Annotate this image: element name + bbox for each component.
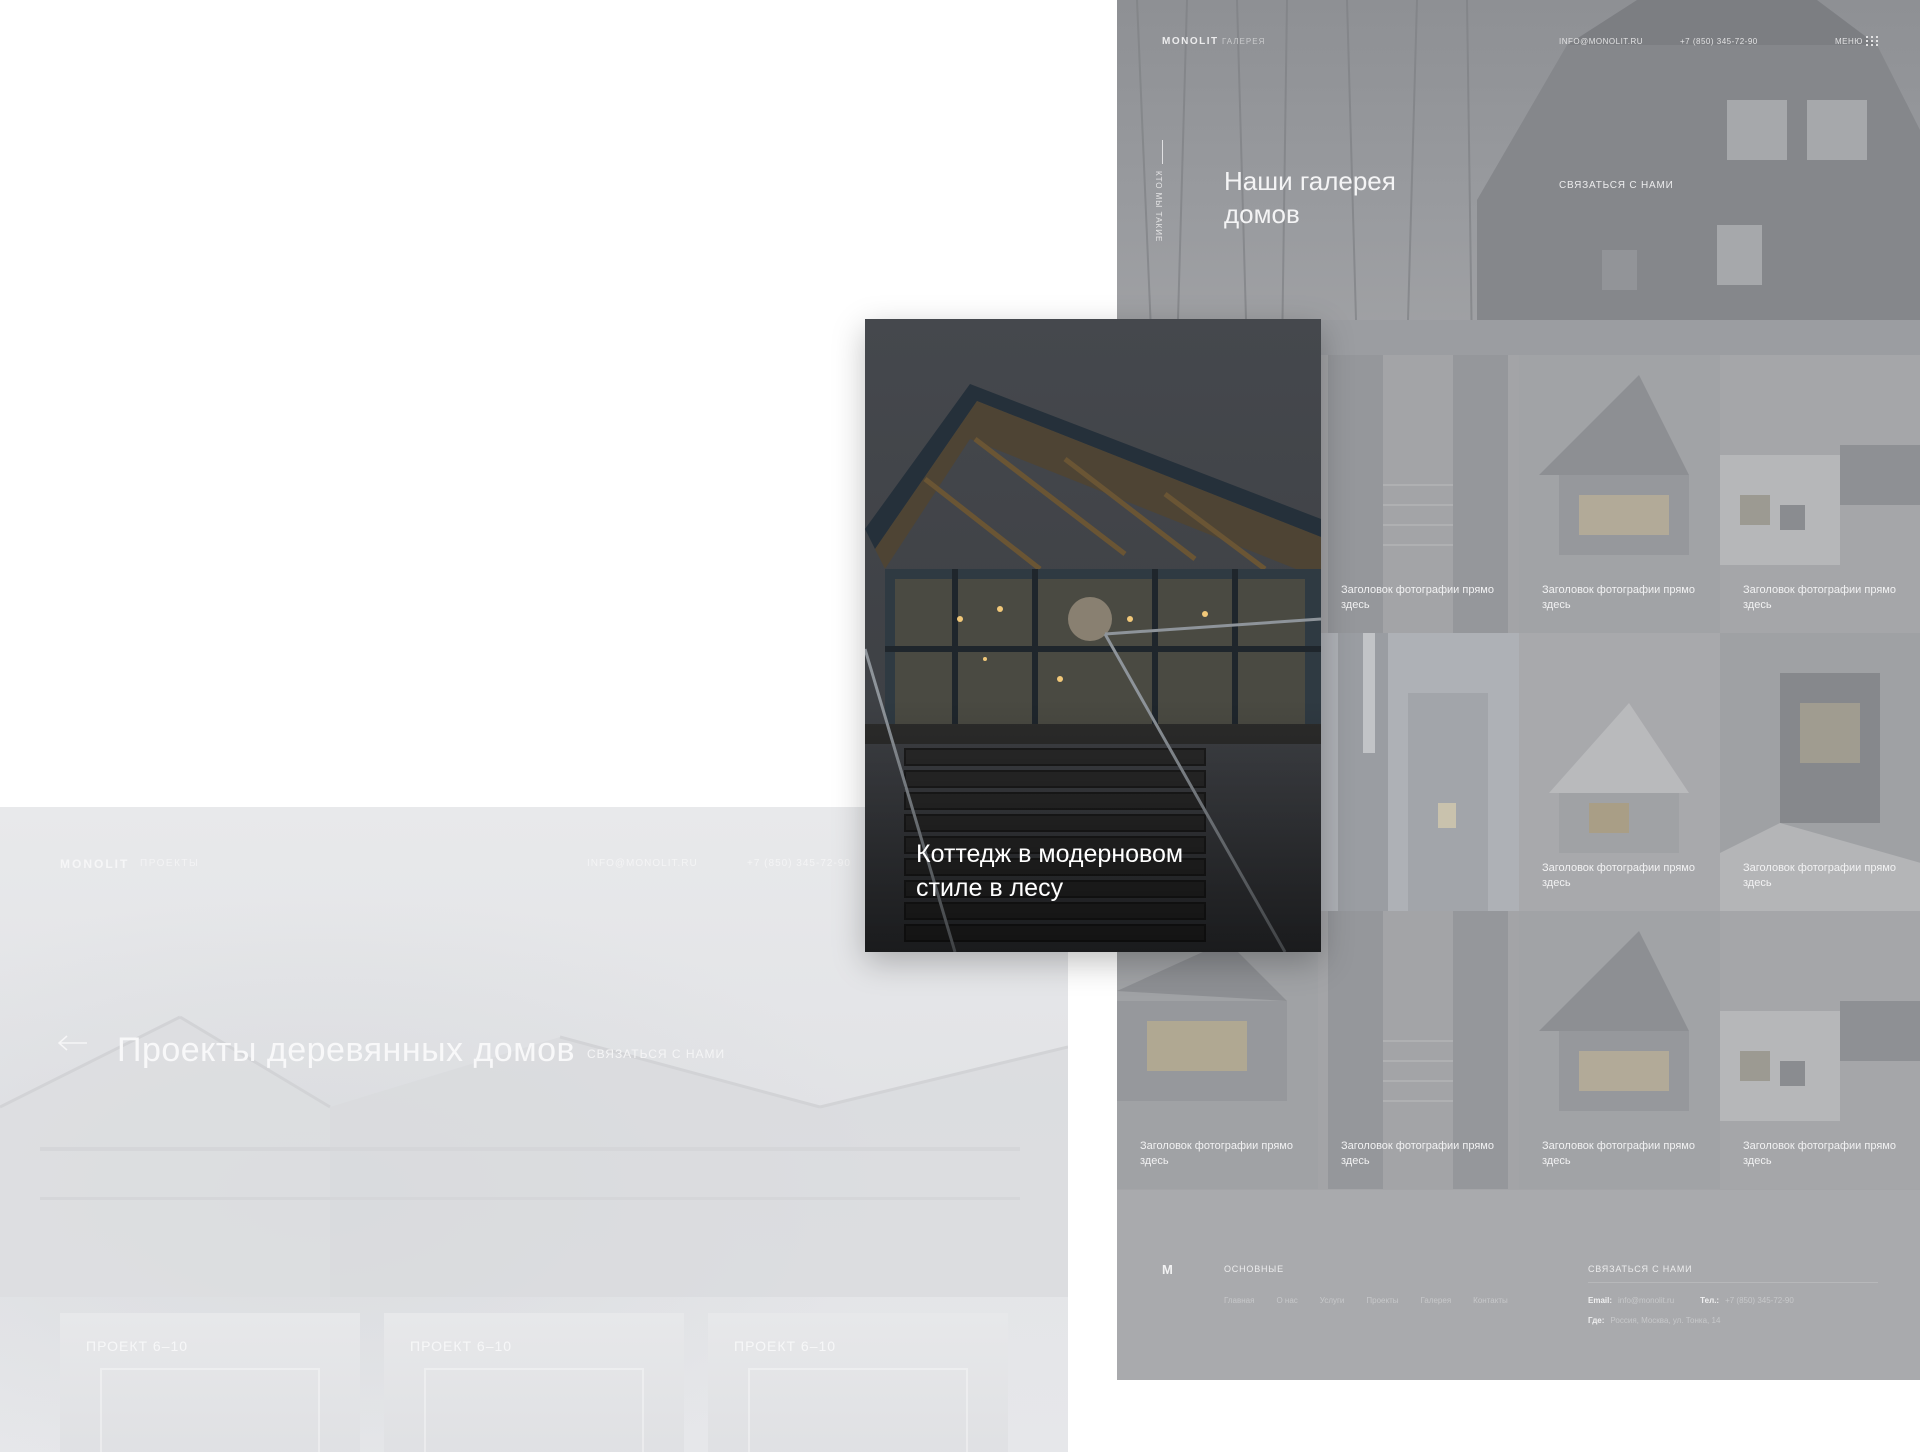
divider — [1162, 140, 1163, 164]
header-phone-link[interactable]: +7 (850) 345-72-90 — [1680, 37, 1758, 46]
gallery-tile[interactable]: Заголовок фотографии прямо здесь — [1720, 633, 1920, 911]
grid-menu-icon[interactable] — [1866, 36, 1878, 46]
footer-link-services[interactable]: Услуги — [1320, 1296, 1345, 1305]
footer-contact-row: Email: info@monolit.ru Тел.: +7 (850) 34… — [1588, 1296, 1794, 1305]
footer-link-gallery[interactable]: Галерея — [1420, 1296, 1451, 1305]
arrow-left-icon[interactable] — [58, 1035, 88, 1051]
tile-caption: Заголовок фотографии прямо здесь — [1743, 1140, 1896, 1167]
gallery-tile[interactable]: Заголовок фотографии прямо здесь — [1318, 911, 1519, 1189]
gallery-tile[interactable]: Заголовок фотографии прямо здесь — [1519, 911, 1720, 1189]
footer-address: Россия, Москва, ул. Тонка, 14 — [1610, 1316, 1721, 1325]
logo[interactable]: MONOLIT — [1162, 36, 1219, 47]
tile-caption: Заголовок фотографии прямо здесь — [1542, 862, 1695, 889]
gallery-tile[interactable] — [1318, 633, 1519, 911]
project-card-label: ПРОЕКТ 6–10 — [86, 1338, 189, 1354]
address-label: Где: — [1588, 1316, 1605, 1325]
footer-phone-link[interactable]: +7 (850) 345-72-90 — [1725, 1296, 1794, 1305]
footer: M ОСНОВНЫЕ Главная О нас Услуги Проекты … — [1117, 1190, 1920, 1380]
logo-subtitle: ПРОЕКТЫ — [140, 858, 200, 869]
building-thumbnail — [424, 1368, 644, 1452]
footer-contact-heading: СВЯЗАТЬСЯ С НАМИ — [1588, 1264, 1693, 1274]
project-card[interactable]: ПРОЕКТ 6–10 — [708, 1313, 1008, 1452]
phone-label: Тел.: — [1700, 1296, 1720, 1305]
house-background-image — [0, 1015, 1068, 1297]
nav-section-label: ГАЛЕРЕЯ — [1222, 37, 1266, 46]
gallery-tile[interactable]: Заголовок фотографии прямо здесь — [1117, 911, 1318, 1189]
header-email-link[interactable]: INFO@MONOLIT.RU — [1559, 37, 1643, 46]
tile-caption: Заголовок фотографии прямо здесь — [1341, 1140, 1494, 1167]
email-label: Email: — [1588, 1296, 1613, 1305]
tile-image — [1338, 633, 1488, 911]
header-phone-link[interactable]: +7 (850) 345-72-90 — [747, 858, 851, 869]
project-cards: ПРОЕКТ 6–10 ПРОЕКТ 6–10 ПРОЕКТ 6–10 — [60, 1313, 1010, 1452]
building-thumbnail — [100, 1368, 320, 1452]
tile-caption: Заголовок фотографии прямо здесь — [1542, 584, 1695, 611]
project-card[interactable]: ПРОЕКТ 6–10 — [384, 1313, 684, 1452]
gallery-tile[interactable]: Заголовок фотографии прямо здесь — [1720, 355, 1920, 633]
footer-link-about[interactable]: О нас — [1276, 1296, 1297, 1305]
footer-nav: Главная О нас Услуги Проекты Галерея Кон… — [1224, 1296, 1508, 1305]
divider — [1588, 1282, 1878, 1283]
footer-link-contacts[interactable]: Контакты — [1473, 1296, 1508, 1305]
building-thumbnail — [748, 1368, 968, 1452]
tile-caption: Заголовок фотографии прямо здесь — [1542, 1140, 1695, 1167]
page-title: Проекты деревянных домов — [117, 1031, 576, 1069]
tile-caption: Заголовок фотографии прямо здесь — [1743, 862, 1896, 889]
project-card-label: ПРОЕКТ 6–10 — [734, 1338, 837, 1354]
tile-caption: Заголовок фотографии прямо здесь — [1140, 1140, 1293, 1167]
tile-caption: Заголовок фотографии прямо здесь — [1743, 584, 1896, 611]
footer-link-projects[interactable]: Проекты — [1366, 1296, 1398, 1305]
vertical-section-label: КТО МЫ ТАКИЕ — [1154, 171, 1163, 243]
menu-button[interactable]: МЕНЮ — [1835, 37, 1863, 46]
logo[interactable]: MONOLIT — [60, 857, 129, 871]
gallery-tile[interactable]: Заголовок фотографии прямо здесь — [1318, 355, 1519, 633]
gallery-hero: MONOLIT ГАЛЕРЕЯ INFO@MONOLIT.RU +7 (850)… — [1117, 0, 1920, 355]
project-card[interactable]: ПРОЕКТ 6–10 — [60, 1313, 360, 1452]
featured-gallery-card[interactable]: Коттедж в модерновом стиле в лесу — [865, 319, 1321, 952]
contact-us-link[interactable]: СВЯЗАТЬСЯ С НАМИ — [1559, 180, 1674, 191]
footer-logo[interactable]: M — [1162, 1262, 1173, 1277]
footer-nav-heading: ОСНОВНЫЕ — [1224, 1264, 1284, 1274]
tile-caption: Заголовок фотографии прямо здесь — [1341, 584, 1494, 611]
project-card-label: ПРОЕКТ 6–10 — [410, 1338, 513, 1354]
header-email-link[interactable]: INFO@MONOLIT.RU — [587, 858, 698, 869]
footer-address-row: Где: Россия, Москва, ул. Тонка, 14 — [1588, 1316, 1720, 1325]
gallery-tile[interactable]: Заголовок фотографии прямо здесь — [1519, 355, 1720, 633]
gallery-tile[interactable]: Заголовок фотографии прямо здесь — [1519, 633, 1720, 911]
contact-us-link[interactable]: СВЯЗАТЬСЯ С НАМИ — [587, 1047, 725, 1061]
footer-email-link[interactable]: info@monolit.ru — [1618, 1296, 1674, 1305]
gallery-tile[interactable]: Заголовок фотографии прямо здесь — [1720, 911, 1920, 1189]
featured-card-title: Коттедж в модерновом стиле в лесу — [916, 840, 1184, 902]
footer-link-home[interactable]: Главная — [1224, 1296, 1254, 1305]
page-title: Наши галерея домов — [1224, 166, 1396, 229]
